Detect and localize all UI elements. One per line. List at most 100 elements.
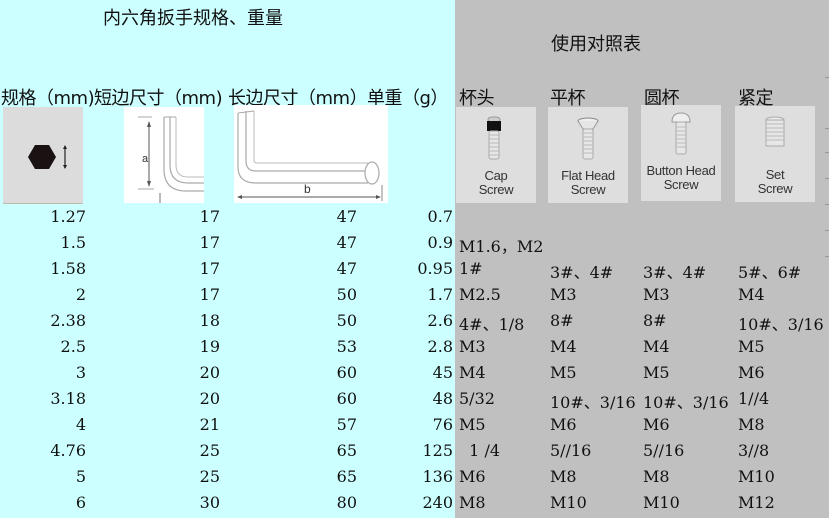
hex-key-long-side-icon: b bbox=[237, 110, 383, 201]
cell-short[interactable]: 17 bbox=[200, 285, 220, 304]
cell-set[interactable]: M8 bbox=[738, 415, 765, 434]
cell-set[interactable]: 3//8 bbox=[738, 441, 769, 460]
cell-weight[interactable]: 0.95 bbox=[417, 259, 453, 278]
cell-long[interactable]: 50 bbox=[337, 311, 357, 330]
cell-weight[interactable]: 136 bbox=[422, 467, 453, 486]
cell-spec[interactable]: 4 bbox=[76, 415, 86, 434]
gridline-tick bbox=[825, 204, 829, 205]
cell-long[interactable]: 65 bbox=[337, 467, 357, 486]
cell-button[interactable]: 10#、3/16 bbox=[643, 389, 729, 413]
cell-set[interactable]: M6 bbox=[738, 363, 765, 382]
cell-cap[interactable]: M6 bbox=[459, 467, 486, 486]
cell-short[interactable]: 20 bbox=[200, 363, 220, 382]
flat-head-screw-label: Flat Head Screw bbox=[561, 168, 615, 197]
cell-cap[interactable]: M8 bbox=[459, 493, 486, 512]
cell-button[interactable]: 3#、4# bbox=[643, 259, 706, 283]
cell-spec[interactable]: 2.5 bbox=[61, 337, 86, 356]
cell-spec[interactable]: 3 bbox=[76, 363, 86, 382]
cell-weight[interactable]: 0.9 bbox=[428, 233, 453, 252]
cell-flat[interactable]: M4 bbox=[550, 337, 577, 356]
cell-spec[interactable]: 6 bbox=[76, 493, 86, 512]
sheet-title: 内六角扳手规格、重量 bbox=[103, 8, 283, 29]
cell-cap[interactable]: M5 bbox=[459, 415, 486, 434]
cell-spec[interactable]: 2.38 bbox=[50, 311, 86, 330]
cell-set[interactable]: 10#、3/16 bbox=[738, 311, 824, 335]
cell-flat[interactable]: M8 bbox=[550, 467, 577, 486]
cell-flat[interactable]: 5//16 bbox=[550, 441, 591, 460]
flat-head-screw-icon bbox=[577, 117, 599, 160]
cell-weight[interactable]: 48 bbox=[433, 389, 453, 408]
cell-weight[interactable]: 1.7 bbox=[428, 285, 453, 304]
cell-spec[interactable]: 1.5 bbox=[61, 233, 86, 252]
cell-button[interactable]: M5 bbox=[643, 363, 670, 382]
cell-long[interactable]: 80 bbox=[337, 493, 357, 512]
cell-button[interactable]: M10 bbox=[643, 493, 680, 512]
cell-spec[interactable]: 5 bbox=[76, 467, 86, 486]
cell-short[interactable]: 25 bbox=[200, 467, 220, 486]
cell-spec[interactable]: 4.76 bbox=[50, 441, 86, 460]
cell-short[interactable]: 21 bbox=[200, 415, 220, 434]
cell-flat[interactable]: 8# bbox=[550, 311, 574, 330]
cell-weight[interactable]: 2.6 bbox=[428, 311, 453, 330]
cell-button[interactable]: M8 bbox=[643, 467, 670, 486]
cell-long[interactable]: 47 bbox=[337, 233, 357, 252]
cell-set[interactable]: M10 bbox=[738, 467, 775, 486]
cell-cap[interactable]: 1 /4 bbox=[459, 441, 500, 460]
cell-long[interactable]: 50 bbox=[337, 285, 357, 304]
cell-weight[interactable]: 2.8 bbox=[428, 337, 453, 356]
cell-set[interactable]: M5 bbox=[738, 337, 765, 356]
cell-weight[interactable]: 125 bbox=[422, 441, 453, 460]
cell-weight[interactable]: 240 bbox=[422, 493, 453, 512]
cell-long[interactable]: 47 bbox=[337, 259, 357, 278]
cell-long[interactable]: 60 bbox=[337, 363, 357, 382]
cell-set[interactable]: M4 bbox=[738, 285, 765, 304]
cell-long[interactable]: 65 bbox=[337, 441, 357, 460]
cell-spec[interactable]: 1.58 bbox=[50, 259, 86, 278]
cell-cap[interactable]: M4 bbox=[459, 363, 486, 382]
cell-set[interactable]: 1//4 bbox=[738, 389, 769, 408]
cell-cap[interactable]: M3 bbox=[459, 337, 486, 356]
cell-short[interactable]: 30 bbox=[200, 493, 220, 512]
cell-cap[interactable]: 4#、1/8 bbox=[459, 311, 524, 335]
cell-spec[interactable]: 1.27 bbox=[50, 207, 86, 226]
cell-short[interactable]: 17 bbox=[200, 207, 220, 226]
long-side-image: b bbox=[234, 105, 388, 203]
cell-button[interactable]: M4 bbox=[643, 337, 670, 356]
cell-flat[interactable]: M10 bbox=[550, 493, 587, 512]
cell-long[interactable]: 53 bbox=[337, 337, 357, 356]
cell-short[interactable]: 19 bbox=[200, 337, 220, 356]
set-screw-image: Set Screw bbox=[735, 106, 815, 202]
cell-weight[interactable]: 76 bbox=[433, 415, 453, 434]
cell-cap[interactable]: 1# bbox=[459, 259, 483, 278]
cell-long[interactable]: 57 bbox=[337, 415, 357, 434]
gridline-tick bbox=[825, 230, 829, 231]
cell-button[interactable]: 8# bbox=[643, 311, 667, 330]
cell-long[interactable]: 47 bbox=[337, 207, 357, 226]
cell-weight[interactable]: 0.7 bbox=[428, 207, 453, 226]
cell-spec[interactable]: 2 bbox=[76, 285, 86, 304]
cell-weight[interactable]: 45 bbox=[433, 363, 453, 382]
cell-short[interactable]: 25 bbox=[200, 441, 220, 460]
cell-short[interactable]: 18 bbox=[200, 311, 220, 330]
cell-cap[interactable]: M2.5 bbox=[459, 285, 501, 304]
cell-flat[interactable]: M3 bbox=[550, 285, 577, 304]
cell-set[interactable]: 5#、6# bbox=[738, 259, 801, 283]
button-head-screw-image: Button Head Screw bbox=[641, 105, 721, 201]
cell-button[interactable]: M6 bbox=[643, 415, 670, 434]
cell-button[interactable]: M3 bbox=[643, 285, 670, 304]
cell-cap[interactable]: M1.6，M2 bbox=[459, 233, 543, 257]
cell-button[interactable]: 5//16 bbox=[643, 441, 684, 460]
cell-flat[interactable]: 3#、4# bbox=[550, 259, 613, 283]
cell-long[interactable]: 60 bbox=[337, 389, 357, 408]
cell-flat[interactable]: M5 bbox=[550, 363, 577, 382]
cell-spec[interactable]: 3.18 bbox=[50, 389, 86, 408]
cell-short[interactable]: 17 bbox=[200, 233, 220, 252]
cell-set[interactable]: M12 bbox=[738, 493, 775, 512]
cell-cap[interactable]: 5/32 bbox=[459, 389, 495, 408]
reference-table-title: 使用对照表 bbox=[551, 34, 641, 55]
cell-short[interactable]: 20 bbox=[200, 389, 220, 408]
gridline-tick bbox=[825, 152, 829, 153]
cell-flat[interactable]: M6 bbox=[550, 415, 577, 434]
cell-flat[interactable]: 10#、3/16 bbox=[550, 389, 636, 413]
cell-short[interactable]: 17 bbox=[200, 259, 220, 278]
